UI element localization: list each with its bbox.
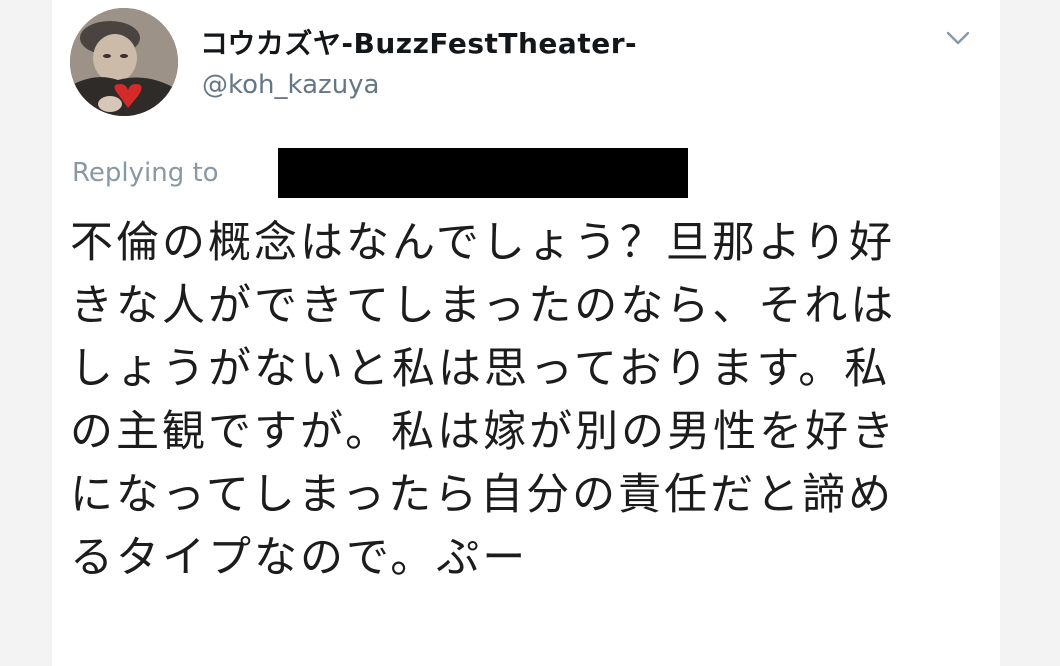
chevron-down-icon[interactable]	[944, 28, 972, 48]
tweet-text-line: になってしまったら自分の責任だと諦め	[70, 470, 895, 520]
tweet-text-line: るタイプなので。ぷー	[70, 533, 529, 583]
avatar[interactable]	[70, 8, 178, 116]
tweet-text: 不倫の概念はなんでしょう？旦那より好 きな人ができてしまったのなら、それは しょ…	[70, 212, 990, 590]
replying-to-label: Replying to	[72, 158, 219, 188]
replying-to: Replying to	[72, 148, 688, 198]
redacted-username[interactable]	[278, 148, 688, 198]
tweet-card: コウカズヤ-BuzzFestTheater- @koh_kazuya Reply…	[52, 0, 1000, 666]
tweet-text-line: きな人ができてしまったのなら、それは	[70, 281, 897, 331]
display-name[interactable]: コウカズヤ-BuzzFestTheater-	[200, 22, 637, 62]
tweet-text-line: しょうがないと私は思っております。私	[70, 344, 891, 394]
user-handle[interactable]: @koh_kazuya	[202, 70, 380, 100]
avatar-photo	[70, 8, 178, 116]
tweet-text-line: 不倫の概念はなんでしょう？旦那より好	[70, 218, 895, 268]
tweet-text-line: の主観ですが。私は嫁が別の男性を好き	[70, 407, 898, 457]
